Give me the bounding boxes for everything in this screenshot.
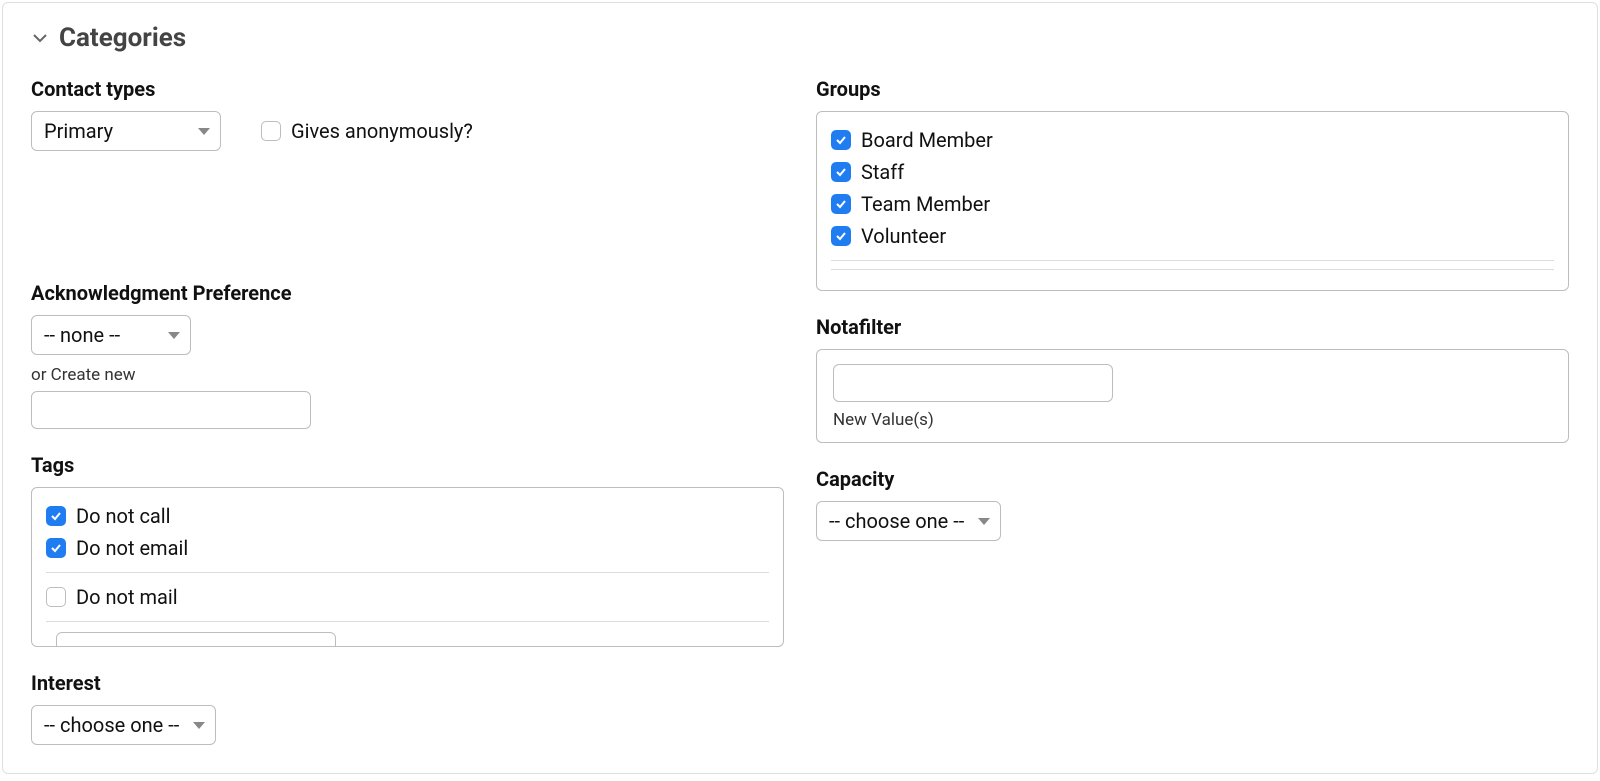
groups-field: Groups Board Member Staff Team Member Volun… <box>816 77 1569 291</box>
tags-item-checkbox[interactable] <box>46 587 66 607</box>
capacity-label: Capacity <box>816 467 1569 491</box>
caret-down-icon <box>193 722 205 729</box>
tags-item-label: Do not email <box>76 536 188 560</box>
divider <box>46 621 769 622</box>
groups-label: Groups <box>816 77 1569 101</box>
tags-item[interactable]: Do not email <box>46 532 769 564</box>
contact-types-selected: Primary <box>44 118 113 144</box>
groups-item[interactable]: Volunteer <box>831 220 1554 252</box>
notafilter-caption: New Value(s) <box>833 410 1552 430</box>
contact-types-field: Contact types Primary Gives anonymously? <box>31 77 784 151</box>
panel-header[interactable]: Categories <box>31 23 1569 53</box>
groups-item-checkbox[interactable] <box>831 226 851 246</box>
notafilter-box: New Value(s) <box>816 349 1569 443</box>
tags-label: Tags <box>31 453 784 477</box>
tags-field: Tags Do not call Do not email Do not mail <box>31 453 784 647</box>
gives-anonymously-label: Gives anonymously? <box>291 119 473 143</box>
tags-item-label: Do not call <box>76 504 171 528</box>
ack-pref-create-new-label: or Create new <box>31 365 784 385</box>
gives-anonymously-row[interactable]: Gives anonymously? <box>261 119 473 143</box>
ack-pref-select[interactable]: -- none -- <box>31 315 191 355</box>
tags-item-checkbox[interactable] <box>46 538 66 558</box>
interest-selected: -- choose one -- <box>44 712 179 738</box>
groups-box: Board Member Staff Team Member Volunteer <box>816 111 1569 291</box>
divider <box>46 572 769 573</box>
tags-new-input[interactable] <box>56 632 336 647</box>
interest-field: Interest -- choose one -- <box>31 671 784 745</box>
ack-pref-create-new-input[interactable] <box>31 391 311 429</box>
groups-item[interactable]: Team Member <box>831 188 1554 220</box>
chevron-down-icon <box>31 29 49 47</box>
ack-pref-selected: -- none -- <box>44 322 120 348</box>
notafilter-field: Notafilter New Value(s) <box>816 315 1569 443</box>
capacity-field: Capacity -- choose one -- <box>816 467 1569 541</box>
capacity-selected: -- choose one -- <box>829 508 964 534</box>
groups-item-label: Team Member <box>861 192 990 216</box>
tags-item[interactable]: Do not mail <box>46 581 769 613</box>
contact-types-select[interactable]: Primary <box>31 111 221 151</box>
categories-panel: Categories Contact types Primary Gives a <box>2 2 1598 774</box>
caret-down-icon <box>978 518 990 525</box>
groups-item-label: Volunteer <box>861 224 946 248</box>
contact-types-label: Contact types <box>31 77 784 101</box>
capacity-select[interactable]: -- choose one -- <box>816 501 1001 541</box>
groups-item[interactable]: Board Member <box>831 124 1554 156</box>
notafilter-label: Notafilter <box>816 315 1569 339</box>
panel-title: Categories <box>59 23 186 53</box>
gives-anonymously-checkbox[interactable] <box>261 121 281 141</box>
ack-pref-field: Acknowledgment Preference -- none -- or … <box>31 281 784 429</box>
notafilter-input[interactable] <box>833 364 1113 402</box>
tags-item-label: Do not mail <box>76 585 178 609</box>
groups-item-checkbox[interactable] <box>831 194 851 214</box>
ack-pref-label: Acknowledgment Preference <box>31 281 784 305</box>
tags-item-checkbox[interactable] <box>46 506 66 526</box>
caret-down-icon <box>168 332 180 339</box>
groups-item-checkbox[interactable] <box>831 130 851 150</box>
groups-item-label: Staff <box>861 160 904 184</box>
groups-item[interactable]: Staff <box>831 156 1554 188</box>
interest-select[interactable]: -- choose one -- <box>31 705 216 745</box>
caret-down-icon <box>198 128 210 135</box>
tags-box: Do not call Do not email Do not mail <box>31 487 784 647</box>
groups-item-label: Board Member <box>861 128 993 152</box>
right-column: Groups Board Member Staff Team Member Volun… <box>816 77 1569 745</box>
left-column: Contact types Primary Gives anonymously? <box>31 77 784 745</box>
interest-label: Interest <box>31 671 784 695</box>
tags-item[interactable]: Do not call <box>46 500 769 532</box>
groups-item-checkbox[interactable] <box>831 162 851 182</box>
